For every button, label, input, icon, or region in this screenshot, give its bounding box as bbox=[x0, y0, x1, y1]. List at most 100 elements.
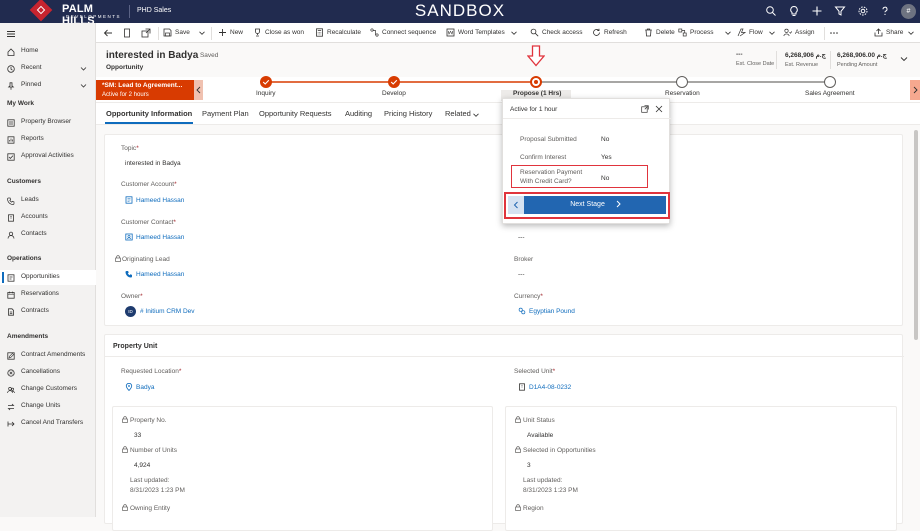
owner-link[interactable]: # Initium CRM Dev bbox=[140, 308, 195, 315]
record-title: interested in Badya bbox=[106, 50, 199, 61]
originating-lead-link[interactable]: Hameed Hassan bbox=[136, 271, 184, 278]
stage-pending-icon bbox=[676, 76, 688, 88]
chevron-down-icon[interactable] bbox=[767, 28, 777, 38]
selected-unit-link[interactable]: D1A4-08-0232 bbox=[529, 384, 571, 391]
chevron-down-icon[interactable] bbox=[899, 54, 909, 64]
tab-pricing-history[interactable]: Pricing History bbox=[384, 109, 432, 118]
customer-contact-link[interactable]: Hameed Hassan bbox=[136, 234, 184, 241]
sequence-icon bbox=[370, 28, 379, 37]
chevron-down-icon[interactable] bbox=[723, 28, 733, 38]
back-arrow-icon[interactable] bbox=[103, 28, 113, 38]
topic-field[interactable]: interested in Badya bbox=[125, 160, 181, 167]
sidebar-item-reservations[interactable]: Reservations bbox=[0, 287, 96, 302]
phone-icon bbox=[7, 197, 15, 205]
stage-done-icon bbox=[388, 76, 400, 88]
sidebar-item-contracts[interactable]: Contracts bbox=[0, 304, 96, 319]
property-no-label: Property No. bbox=[130, 417, 167, 424]
tab-auditing[interactable]: Auditing bbox=[345, 109, 372, 118]
previous-stage-button[interactable] bbox=[508, 196, 524, 214]
more-commands-icon[interactable] bbox=[829, 28, 839, 38]
chevron-down-icon[interactable] bbox=[509, 28, 519, 38]
sidebar-item-cancel-and-transfers[interactable]: Cancel And Transfers bbox=[0, 416, 96, 431]
sidebar-item-label: Home bbox=[21, 47, 39, 54]
confirm-interest-value[interactable]: Yes bbox=[601, 154, 612, 161]
stage-label: Sales Agreement bbox=[805, 90, 855, 97]
record-set-icon[interactable] bbox=[122, 28, 132, 38]
sidebar-item-change-units[interactable]: Change Units bbox=[0, 399, 96, 414]
proposal-submitted-value[interactable]: No bbox=[601, 136, 609, 143]
sidebar-item-approval-activities[interactable]: Approval Activities bbox=[0, 149, 96, 164]
sidebar-item-recent[interactable]: Recent bbox=[0, 61, 96, 76]
chevron-down-icon[interactable] bbox=[906, 28, 916, 38]
fact-divider bbox=[776, 51, 777, 69]
tab-payment-plan[interactable]: Payment Plan bbox=[202, 109, 249, 118]
sidebar-item-accounts[interactable]: Accounts bbox=[0, 210, 96, 225]
sidebar-item-home[interactable]: Home bbox=[0, 44, 96, 59]
last-updated-label: Last updated: bbox=[130, 477, 170, 484]
tab-related[interactable]: Related bbox=[445, 109, 471, 118]
chevron-down-icon[interactable] bbox=[197, 28, 207, 38]
process-label: Process bbox=[690, 29, 714, 36]
section-title: Property Unit bbox=[113, 343, 158, 350]
top-header: PALM HILLS DEVELOPMENTS PHD Sales SANDBO… bbox=[0, 0, 920, 27]
sidebar-item-change-customers[interactable]: Change Customers bbox=[0, 382, 96, 397]
sidebar-item-label: Cancel And Transfers bbox=[21, 419, 84, 426]
requested-location-label: Requested Location* bbox=[121, 368, 182, 375]
plus-icon[interactable] bbox=[811, 5, 823, 17]
last-updated-value: 8/31/2023 1:23 PM bbox=[130, 487, 185, 494]
bpf-prev-button[interactable] bbox=[194, 80, 203, 100]
gear-icon[interactable] bbox=[857, 5, 869, 17]
sidebar-item-reports[interactable]: Reports bbox=[0, 132, 96, 147]
help-icon[interactable] bbox=[879, 5, 891, 17]
hamburger-icon[interactable] bbox=[7, 30, 15, 38]
search-icon[interactable] bbox=[765, 5, 777, 17]
app-name[interactable]: PHD Sales bbox=[137, 7, 171, 14]
sidebar-item-label: Reservations bbox=[21, 290, 59, 297]
cancel-icon bbox=[7, 369, 15, 377]
tab-opportunity-requests[interactable]: Opportunity Requests bbox=[259, 109, 332, 118]
customer-account-link[interactable]: Hameed Hassan bbox=[136, 197, 184, 204]
lightbulb-icon[interactable] bbox=[788, 5, 800, 17]
sidebar-item-leads[interactable]: Leads bbox=[0, 193, 96, 208]
user-avatar[interactable]: # bbox=[901, 4, 916, 19]
next-stage-button[interactable]: Next Stage bbox=[526, 196, 666, 214]
chevron-down-icon[interactable] bbox=[80, 82, 87, 89]
contact-side-field[interactable]: --- bbox=[518, 234, 525, 241]
fact-divider bbox=[830, 51, 831, 69]
customer-contact-label: Customer Contact* bbox=[121, 219, 176, 226]
sidebar-item-contract-amendments[interactable]: Contract Amendments bbox=[0, 348, 96, 363]
active-process[interactable]: *SM: Lead to Agreement... Active for 2 h… bbox=[96, 80, 194, 100]
open-new-window-icon[interactable] bbox=[141, 28, 151, 38]
est-revenue-value: 6,268,906 ج.م bbox=[785, 52, 826, 59]
chevron-down-icon[interactable] bbox=[80, 65, 87, 72]
save-icon bbox=[163, 28, 172, 37]
bpf-next-button[interactable] bbox=[910, 80, 920, 100]
sidebar-item-label: Opportunities bbox=[21, 273, 60, 280]
dock-icon[interactable] bbox=[641, 105, 649, 113]
close-icon[interactable] bbox=[655, 105, 663, 113]
lock-icon bbox=[122, 416, 128, 423]
brand-subtitle: DEVELOPMENTS bbox=[66, 14, 122, 19]
sidebar-item-opportunities[interactable]: Opportunities bbox=[0, 270, 96, 285]
currency-link[interactable]: Egyptian Pound bbox=[529, 308, 575, 315]
sidebar-item-contacts[interactable]: Contacts bbox=[0, 227, 96, 242]
key-search-icon bbox=[530, 28, 539, 37]
chevron-down-icon[interactable] bbox=[472, 111, 480, 119]
property-no-value: 33 bbox=[134, 432, 142, 439]
sidebar-item-pinned[interactable]: Pinned bbox=[0, 78, 96, 93]
sidebar-item-property-browser[interactable]: Property Browser bbox=[0, 115, 96, 130]
customer-account-label: Customer Account* bbox=[121, 181, 177, 188]
scrollbar-thumb[interactable] bbox=[914, 130, 918, 340]
sidebar-item-cancellations[interactable]: Cancellations bbox=[0, 365, 96, 380]
requested-location-link[interactable]: Badya bbox=[136, 384, 154, 391]
stage-flyout: Active for 1 hour Proposal Submitted No … bbox=[502, 98, 671, 224]
broker-field[interactable]: --- bbox=[518, 271, 525, 278]
brand-logo[interactable]: PALM HILLS DEVELOPMENTS bbox=[29, 0, 122, 27]
tab-opportunity-information[interactable]: Opportunity Information bbox=[106, 109, 192, 118]
chevron-left-icon bbox=[513, 201, 518, 209]
filter-icon[interactable] bbox=[834, 5, 846, 17]
list-icon bbox=[7, 119, 15, 127]
sidebar-group-customers: Customers bbox=[7, 178, 41, 185]
reservation-payment-value[interactable]: No bbox=[601, 175, 609, 182]
people-icon bbox=[7, 387, 15, 394]
